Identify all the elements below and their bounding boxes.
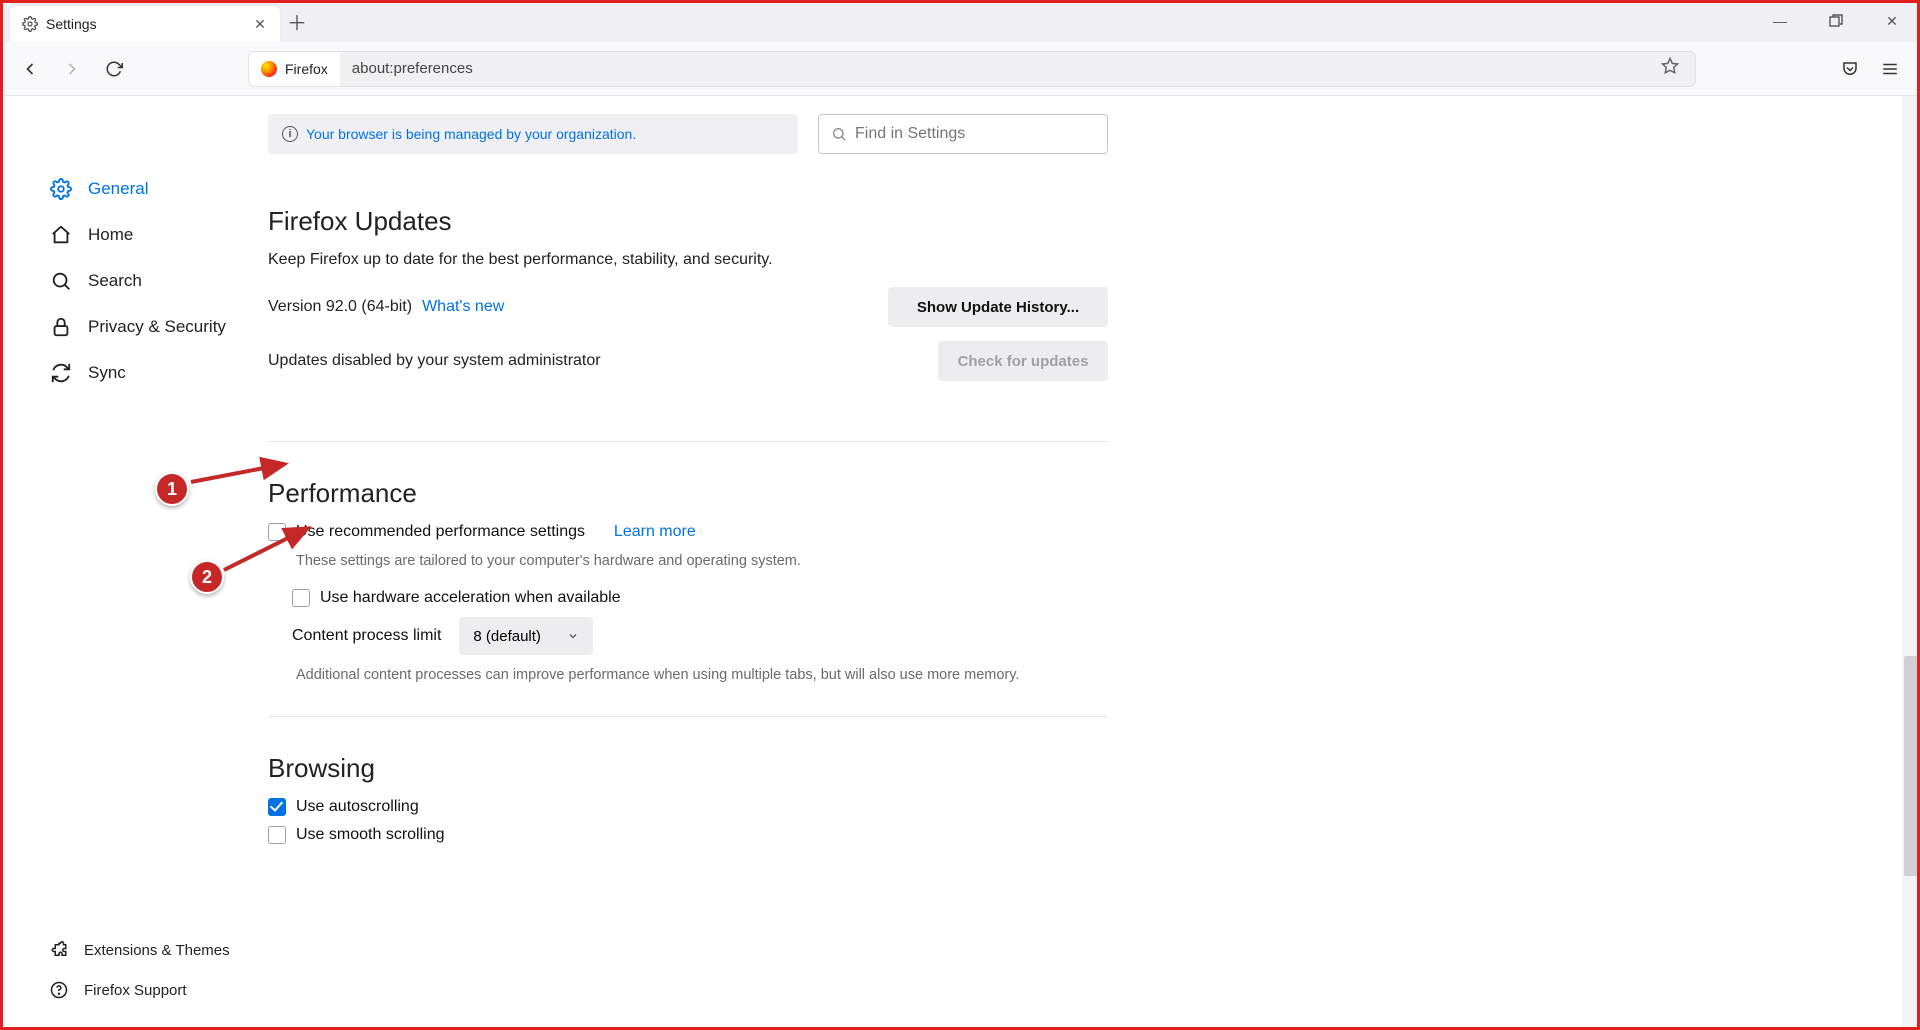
sidebar-item-general[interactable]: General — [50, 166, 260, 212]
sidebar-item-label: Privacy & Security — [88, 317, 226, 337]
version-text: Version 92.0 (64-bit) — [268, 298, 412, 316]
hw-accel-row: Use hardware acceleration when available — [292, 589, 1108, 607]
autoscroll-row: Use autoscrolling — [268, 798, 1108, 816]
scrollbar-thumb[interactable] — [1904, 656, 1918, 876]
updates-heading: Firefox Updates — [268, 206, 1108, 237]
bookmark-star-icon[interactable] — [1661, 57, 1683, 80]
sidebar-item-label: Extensions & Themes — [84, 942, 230, 959]
process-limit-label: Content process limit — [292, 627, 441, 645]
url-identity-box[interactable]: Firefox — [248, 51, 340, 87]
settings-search-input[interactable] — [855, 125, 1095, 143]
browser-tab[interactable]: Settings ✕ — [10, 6, 280, 42]
sidebar-item-home[interactable]: Home — [50, 212, 260, 258]
save-to-pocket-button[interactable] — [1832, 51, 1868, 87]
close-window-button[interactable]: ✕ — [1864, 0, 1920, 42]
tab-close-button[interactable]: ✕ — [250, 14, 270, 34]
autoscroll-checkbox[interactable] — [268, 798, 286, 816]
url-bar[interactable]: about:preferences — [340, 51, 1696, 87]
help-icon — [50, 981, 68, 999]
managed-info-link[interactable]: Your browser is being managed by your or… — [306, 126, 636, 142]
gear-icon — [22, 16, 38, 32]
process-limit-row: Content process limit 8 (default) — [292, 617, 1108, 655]
nav-toolbar: Firefox about:preferences — [0, 42, 1920, 96]
maximize-button[interactable] — [1808, 0, 1864, 42]
sidebar-item-label: Search — [88, 271, 142, 291]
sidebar-item-label: General — [88, 179, 148, 199]
process-limit-value: 8 (default) — [473, 628, 541, 645]
hw-accel-label: Use hardware acceleration when available — [320, 589, 621, 607]
recommended-settings-checkbox[interactable] — [268, 523, 286, 541]
app-menu-button[interactable] — [1872, 51, 1908, 87]
process-limit-select[interactable]: 8 (default) — [459, 617, 593, 655]
browsing-heading: Browsing — [268, 753, 1108, 784]
smooth-scroll-label: Use smooth scrolling — [296, 826, 445, 844]
firefox-logo-icon — [261, 61, 277, 77]
sidebar-item-label: Firefox Support — [84, 982, 187, 999]
settings-sidebar: General Home Search Privacy & Security S… — [0, 96, 260, 1030]
sync-icon — [50, 362, 72, 384]
window-controls: — ✕ — [1752, 0, 1920, 42]
smooth-scroll-checkbox[interactable] — [268, 826, 286, 844]
updates-intro: Keep Firefox up to date for the best per… — [268, 251, 1108, 269]
performance-heading: Performance — [268, 478, 1108, 509]
whats-new-link[interactable]: What's new — [422, 298, 504, 316]
sidebar-item-support[interactable]: Firefox Support — [50, 970, 246, 1010]
show-update-history-button[interactable]: Show Update History... — [888, 287, 1108, 327]
vertical-scrollbar[interactable] — [1902, 96, 1920, 1030]
new-tab-button[interactable]: ＋ — [280, 0, 314, 42]
url-identity-label: Firefox — [285, 61, 328, 77]
updates-disabled-text: Updates disabled by your system administ… — [268, 352, 601, 370]
managed-info-bar: i Your browser is being managed by your … — [268, 114, 798, 154]
sidebar-item-search[interactable]: Search — [50, 258, 260, 304]
home-icon — [50, 224, 72, 246]
sidebar-item-label: Sync — [88, 363, 126, 383]
section-divider — [268, 716, 1108, 717]
smooth-scroll-row: Use smooth scrolling — [268, 826, 1108, 844]
search-icon — [50, 270, 72, 292]
back-button[interactable] — [12, 51, 48, 87]
search-icon — [831, 126, 847, 142]
gear-icon — [50, 178, 72, 200]
process-help-text: Additional content processes can improve… — [296, 665, 1108, 685]
titlebar: Settings ✕ ＋ — ✕ — [0, 0, 1920, 42]
reload-button[interactable] — [96, 51, 132, 87]
lock-icon — [50, 316, 72, 338]
sidebar-item-label: Home — [88, 225, 133, 245]
settings-search-box[interactable] — [818, 114, 1108, 154]
recommended-settings-label: Use recommended performance settings — [296, 523, 585, 541]
recommended-help-text: These settings are tailored to your comp… — [296, 551, 1108, 571]
sidebar-item-extensions[interactable]: Extensions & Themes — [50, 930, 246, 970]
sidebar-item-privacy[interactable]: Privacy & Security — [50, 304, 260, 350]
autoscroll-label: Use autoscrolling — [296, 798, 419, 816]
performance-learn-more-link[interactable]: Learn more — [614, 523, 696, 541]
recommended-settings-row: Use recommended performance settings Lea… — [268, 523, 1108, 541]
url-text: about:preferences — [352, 60, 1661, 77]
tab-title: Settings — [46, 16, 250, 32]
sidebar-item-sync[interactable]: Sync — [50, 350, 260, 396]
hw-accel-checkbox[interactable] — [292, 589, 310, 607]
check-for-updates-button: Check for updates — [938, 341, 1108, 381]
info-icon: i — [282, 126, 298, 142]
section-divider — [268, 441, 1108, 442]
puzzle-icon — [50, 941, 68, 959]
minimize-button[interactable]: — — [1752, 0, 1808, 42]
forward-button[interactable] — [54, 51, 90, 87]
chevron-down-icon — [567, 630, 579, 642]
